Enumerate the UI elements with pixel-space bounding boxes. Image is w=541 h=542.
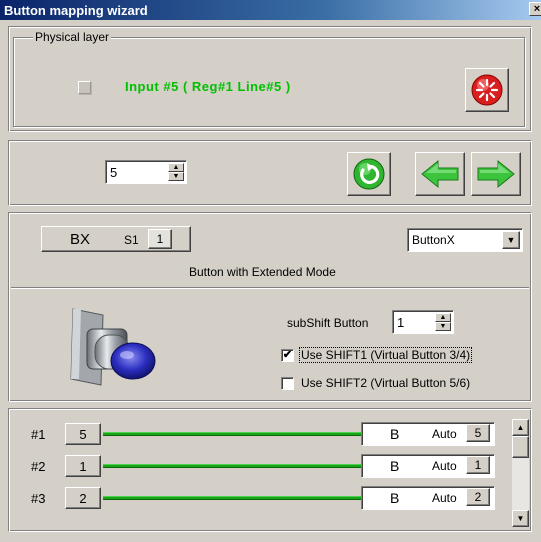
window-title-bar: Button mapping wizard × bbox=[0, 0, 541, 20]
button-config-panel: BX S1 1 ButtonX ▼ Button with Extended M… bbox=[8, 212, 532, 402]
button-index-spinner[interactable]: 5 ▲ ▼ bbox=[105, 160, 187, 184]
row-label: #2 bbox=[31, 459, 46, 474]
navigation-panel: 5 ▲ ▼ bbox=[8, 140, 532, 206]
subshift-down-arrow[interactable]: ▼ bbox=[435, 322, 451, 331]
window-title: Button mapping wizard bbox=[4, 3, 148, 18]
scroll-down-arrow[interactable]: ▼ bbox=[512, 510, 529, 527]
shift1-checkbox[interactable]: ✔ bbox=[281, 349, 294, 362]
mode-label: Auto bbox=[432, 459, 457, 473]
button-type-badge[interactable]: BX S1 1 bbox=[41, 226, 191, 252]
button-type-select[interactable]: ButtonX ▼ bbox=[407, 228, 523, 252]
push-button-image bbox=[70, 308, 156, 386]
source-button[interactable]: 1 bbox=[65, 455, 101, 477]
spin-up-arrow[interactable]: ▲ bbox=[168, 163, 184, 172]
target-label: B bbox=[390, 426, 400, 442]
target-label: B bbox=[390, 458, 400, 474]
button-index-value: 5 bbox=[110, 165, 118, 180]
subshift-up-arrow[interactable]: ▲ bbox=[435, 313, 451, 322]
reset-physical-button[interactable] bbox=[465, 68, 509, 112]
row-label: #1 bbox=[31, 427, 46, 442]
source-button[interactable]: 5 bbox=[65, 423, 101, 445]
mode-value-box[interactable]: 2 bbox=[466, 488, 490, 506]
s1-value-box: 1 bbox=[148, 229, 172, 249]
input-indicator-led bbox=[78, 81, 91, 94]
shift1-label[interactable]: Use SHIFT1 (Virtual Button 3/4) bbox=[298, 347, 473, 363]
target-box[interactable]: B Auto 5 bbox=[361, 422, 495, 446]
subshift-label: subShift Button bbox=[287, 316, 369, 330]
arrow-right-icon bbox=[477, 159, 515, 189]
physical-layer-panel: Physical layer Input #5 ( Reg#1 Line#5 ) bbox=[8, 26, 532, 132]
scroll-up-arrow[interactable]: ▲ bbox=[512, 419, 529, 436]
arrow-left-icon bbox=[421, 159, 459, 189]
shift2-checkbox[interactable] bbox=[281, 377, 294, 390]
refresh-button[interactable] bbox=[347, 152, 391, 196]
previous-button[interactable] bbox=[415, 152, 465, 196]
section-divider bbox=[11, 287, 529, 289]
mode-label: Auto bbox=[432, 491, 457, 505]
mapping-scrollbar[interactable]: ▲ ▼ bbox=[512, 419, 529, 527]
button-mode-description: Button with Extended Mode bbox=[189, 265, 336, 279]
mode-value-box[interactable]: 1 bbox=[466, 456, 490, 474]
mode-value-box[interactable]: 5 bbox=[466, 424, 490, 442]
bx-label: BX bbox=[70, 231, 91, 248]
target-box[interactable]: B Auto 1 bbox=[361, 454, 495, 478]
red-burst-icon bbox=[471, 74, 503, 106]
button-type-selected: ButtonX bbox=[412, 233, 455, 247]
mapping-connector-line bbox=[103, 464, 363, 468]
target-label: B bbox=[390, 490, 400, 506]
input-info-text: Input #5 ( Reg#1 Line#5 ) bbox=[125, 79, 291, 94]
source-button[interactable]: 2 bbox=[65, 487, 101, 509]
s1-label: S1 bbox=[124, 233, 139, 247]
mapping-panel: #1 5 B Auto 5 #2 1 B Auto 1 #3 2 B Auto … bbox=[8, 408, 532, 532]
scroll-thumb[interactable] bbox=[512, 436, 529, 458]
mapping-connector-line bbox=[103, 432, 363, 436]
spin-down-arrow[interactable]: ▼ bbox=[168, 172, 184, 181]
row-label: #3 bbox=[31, 491, 46, 506]
chevron-down-icon[interactable]: ▼ bbox=[502, 231, 520, 249]
subshift-spinner[interactable]: 1 ▲ ▼ bbox=[392, 310, 454, 334]
shift2-label[interactable]: Use SHIFT2 (Virtual Button 5/6) bbox=[301, 376, 470, 390]
mode-label: Auto bbox=[432, 427, 457, 441]
physical-layer-legend: Physical layer bbox=[33, 30, 112, 44]
target-box[interactable]: B Auto 2 bbox=[361, 486, 495, 510]
mapping-connector-line bbox=[103, 496, 363, 500]
subshift-value: 1 bbox=[397, 315, 405, 330]
close-button[interactable]: × bbox=[529, 2, 541, 16]
refresh-icon bbox=[353, 158, 385, 190]
next-button[interactable] bbox=[471, 152, 521, 196]
